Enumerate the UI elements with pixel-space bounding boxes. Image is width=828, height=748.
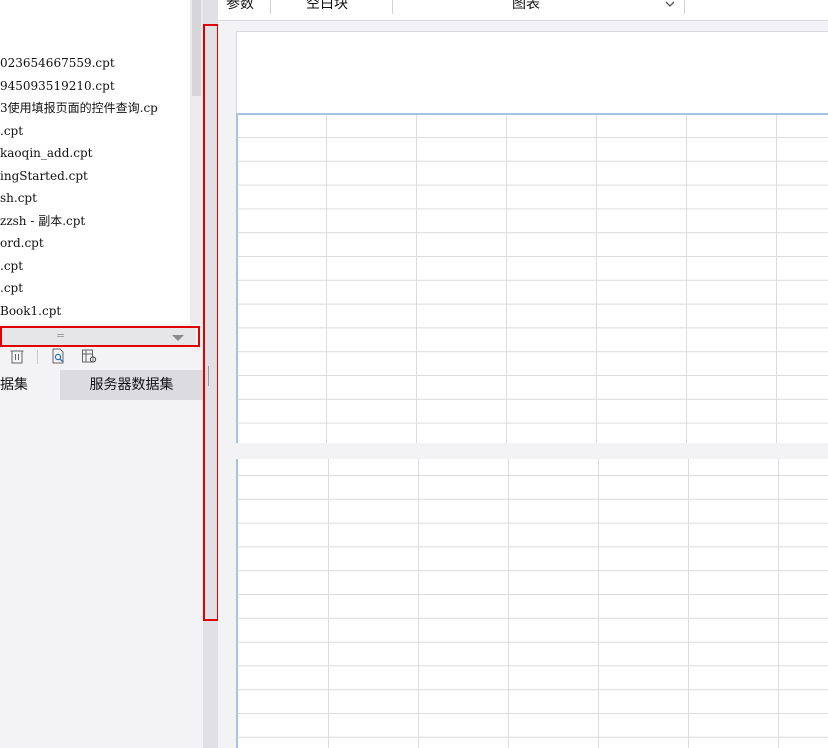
file-item[interactable]: ingStarted.cpt — [0, 165, 88, 187]
grid-lines — [238, 459, 828, 748]
file-item[interactable]: 023654667559.cpt — [0, 52, 115, 74]
file-item[interactable]: .cpt — [0, 255, 23, 277]
dataset-tree-panel[interactable] — [0, 400, 203, 748]
file-item[interactable]: ord.cpt — [0, 232, 44, 254]
file-item[interactable]: 3使用填报页面的控件查询.cp — [0, 97, 158, 119]
left-panel: 023654667559.cpt 945093519210.cpt 3使用填报页… — [0, 0, 203, 748]
file-item[interactable]: sh.cpt — [0, 187, 37, 209]
file-item[interactable]: .cpt — [0, 277, 23, 299]
toolbar-separator — [270, 0, 271, 14]
dataset-toolbar — [0, 346, 203, 368]
grid-lines — [238, 115, 828, 443]
widget-toolbar: 参数 空白块 图表 — [218, 0, 828, 21]
parameter-panel[interactable] — [236, 31, 828, 114]
highlight-box-splitter — [0, 326, 200, 347]
toolbar-separator — [684, 0, 685, 14]
search-preview-icon[interactable] — [50, 348, 66, 364]
delete-icon[interactable] — [9, 348, 25, 364]
chart-dropdown[interactable]: 图表 — [512, 0, 540, 14]
tab-template-dataset[interactable]: 据集 — [0, 370, 60, 400]
file-list-scrollbar[interactable] — [190, 0, 203, 324]
report-grid-top[interactable] — [236, 113, 828, 443]
edit-dataset-icon[interactable] — [81, 348, 97, 364]
toolbar-separator — [392, 0, 393, 14]
param-tab[interactable]: 参数 — [226, 0, 254, 14]
dataset-tabs: 据集 服务器数据集 — [0, 370, 203, 400]
template-file-list[interactable]: 023654667559.cpt 945093519210.cpt 3使用填报页… — [0, 0, 190, 324]
blank-block-tab[interactable]: 空白块 — [306, 0, 348, 14]
file-item[interactable]: Book1.cpt — [0, 300, 61, 322]
file-item[interactable]: kaoqin_add.cpt — [0, 142, 92, 164]
file-item[interactable]: zzsh - 副本.cpt — [0, 210, 85, 232]
file-item[interactable]: 945093519210.cpt — [0, 75, 115, 97]
report-grid-bottom[interactable] — [236, 459, 828, 748]
highlight-box-divider — [203, 24, 219, 621]
scrollbar-thumb[interactable] — [192, 0, 201, 96]
file-item[interactable]: .cpt — [0, 120, 23, 142]
chevron-down-icon[interactable] — [664, 0, 676, 10]
toolbar-separator — [37, 350, 38, 364]
tab-server-dataset[interactable]: 服务器数据集 — [60, 370, 203, 400]
